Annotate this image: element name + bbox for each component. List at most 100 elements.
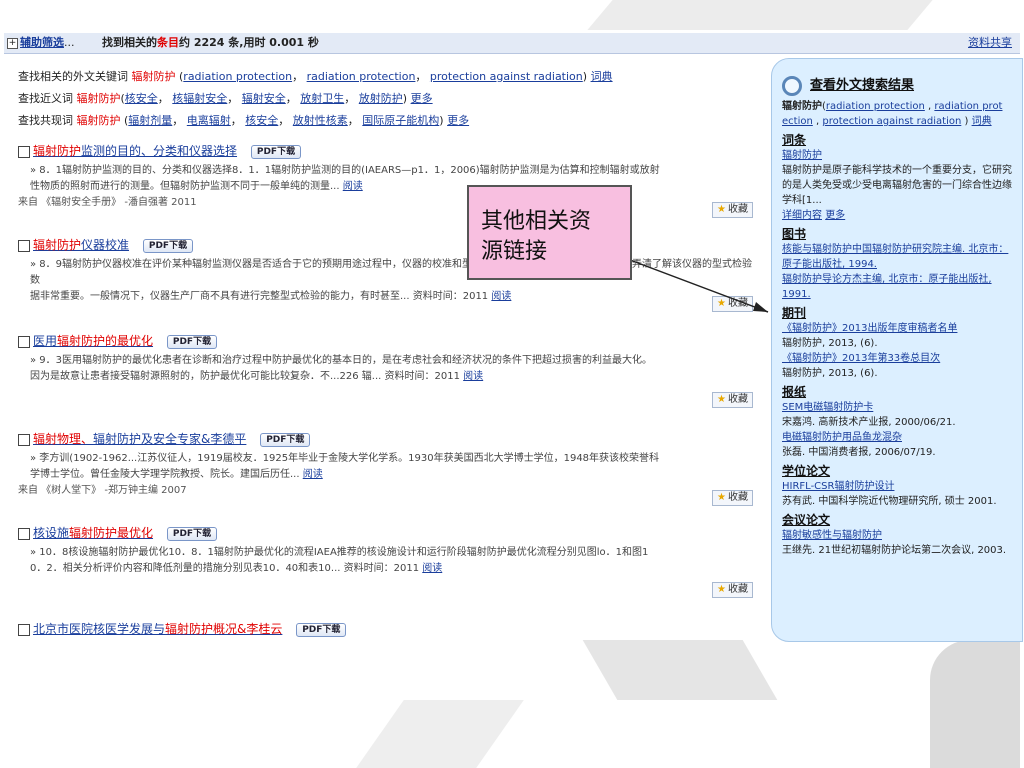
favorite-button[interactable]: ★ 收藏 [712, 392, 753, 408]
result-snippet: » 8．1辐射防护监测的目的、分类和仪器选择8．1．1辐射防护监测的目的(IAE… [30, 165, 660, 192]
synonym-link[interactable]: 放射防护 [359, 92, 403, 105]
foreign-results-sidebar: 查看外文搜索结果 辐射防护(radiation protection , rad… [771, 58, 1023, 642]
journal-source: 辐射防护, 2013, (6). [782, 338, 878, 349]
favorite-button[interactable]: ★ 收藏 [712, 490, 753, 506]
result-title-link[interactable]: 医用辐射防护的最优化 [33, 334, 153, 348]
result-title-row: 核设施辐射防护最优化 PDF下载 [18, 524, 753, 542]
read-link[interactable]: 阅读 [422, 563, 442, 574]
book-link[interactable]: 辐射防护导论方杰主编, 北京市：原子能出版社, 1991. [782, 272, 1018, 302]
keyword-link[interactable]: radiation protection [183, 70, 292, 83]
result-snippet: » 李方训(1902-1962...江苏仪征人，1919届校友．1925年毕业于… [30, 453, 660, 480]
result-checkbox[interactable] [18, 335, 30, 348]
conference-link[interactable]: 辐射敏感性与辐射防护 [782, 528, 1018, 543]
keyword-link[interactable]: radiation protection [307, 70, 416, 83]
result-snippet: » 10．8核设施辐射防护最优化10．8．1辐射防护最优化的流程IAEA推荐的核… [30, 547, 649, 574]
news-source: 宋嘉鸿. 高新技术产业报, 2000/06/21. [782, 417, 956, 428]
result-checkbox[interactable] [18, 433, 30, 446]
thesis-source: 苏有武. 中国科学院近代物理研究所, 硕士 2001. [782, 496, 997, 507]
pdf-download-button[interactable]: PDF下载 [166, 526, 218, 541]
pdf-download-button[interactable]: PDF下载 [250, 144, 302, 159]
sidebar-term-link[interactable]: ection [782, 116, 813, 127]
result-title-row: 北京市医院核医学发展与辐射防护概况&李桂云 PDF下载 [18, 620, 753, 638]
foreign-keyword-line: 查找相关的外文关键词 辐射防护 (radiation protection， r… [18, 70, 613, 83]
result-title-row: 辐射物理、辐射防护及安全专家&李德平 PDF下载 [18, 430, 753, 448]
result-checkbox[interactable] [18, 145, 30, 158]
journal-source: 辐射防护, 2013, (6). [782, 368, 878, 379]
section-news-title[interactable]: 报纸 [782, 385, 1018, 400]
expand-icon[interactable]: + [7, 37, 18, 49]
read-link[interactable]: 阅读 [491, 291, 511, 302]
sidebar-dict-link[interactable]: 词典 [972, 116, 992, 127]
entry-link[interactable]: 辐射防护 [782, 150, 822, 161]
sidebar-term-link[interactable]: protection against radiation [822, 116, 961, 127]
sidebar-header: 查看外文搜索结果 [782, 73, 1018, 99]
journal-link[interactable]: 《辐射防护》2013出版年度审稿者名单 [782, 321, 1018, 336]
result-item: 医用辐射防护的最优化 PDF下载 » 9．3医用辐射防护的最优化患者在诊断和治疗… [18, 332, 753, 408]
section-books-title[interactable]: 图书 [782, 227, 1018, 242]
pdf-download-button[interactable]: PDF下载 [166, 334, 218, 349]
result-item: 核设施辐射防护最优化 PDF下载 » 10．8核设施辐射防护最优化10．8．1辐… [18, 524, 753, 598]
sidebar-term-link[interactable]: radiation prot [934, 101, 1002, 112]
read-link[interactable]: 阅读 [303, 469, 323, 480]
synonym-link[interactable]: 放射卫生 [300, 92, 344, 105]
sidebar-header-link[interactable]: 查看外文搜索结果 [810, 78, 914, 93]
sidebar-term-link[interactable]: radiation protection [826, 101, 925, 112]
result-title-link[interactable]: 北京市医院核医学发展与辐射防护概况&李桂云 [33, 622, 282, 636]
result-checkbox[interactable] [18, 623, 30, 636]
pdf-download-button[interactable]: PDF下载 [260, 432, 311, 447]
more-link[interactable]: 更多 [825, 210, 845, 221]
section-entry-title[interactable]: 词条 [782, 133, 1018, 148]
journal-link[interactable]: 《辐射防护》2013年第33卷总目次 [782, 351, 1018, 366]
decor-shape-bottom [582, 640, 778, 700]
entry-text: 辐射防护是原子能科学技术的一个重要分支，它研究的是人类免受或少受电离辐射危害的一… [782, 165, 1012, 206]
result-checkbox[interactable] [18, 239, 30, 252]
book-link[interactable]: 核能与辐射防护中国辐射防护研究院主编. 北京市：原子能出版社, 1994. [782, 242, 1018, 272]
synonym-link[interactable]: 核辐射安全 [172, 92, 227, 105]
cooccur-link[interactable]: 国际原子能机构 [362, 114, 439, 127]
pdf-download-button[interactable]: PDF下载 [142, 238, 194, 253]
cooccur-link[interactable]: 核安全 [245, 114, 278, 127]
cooccur-link[interactable]: 电离辐射 [187, 114, 231, 127]
section-conference-title[interactable]: 会议论文 [782, 513, 1018, 528]
favorite-button[interactable]: ★ 收藏 [712, 582, 753, 598]
detail-link[interactable]: 详细内容 [782, 210, 822, 221]
star-icon: ★ [717, 492, 726, 503]
star-icon: ★ [717, 204, 726, 215]
result-title-link[interactable]: 核设施辐射防护最优化 [33, 526, 153, 540]
read-link[interactable]: 阅读 [343, 181, 363, 192]
result-item: 辐射物理、辐射防护及安全专家&李德平 PDF下载 » 李方训(1902-1962… [18, 430, 753, 506]
synonym-link[interactable]: 核安全 [125, 92, 158, 105]
favorite-button[interactable]: ★ 收藏 [712, 202, 753, 218]
result-source: 来自 《树人堂下》 -郑万钟主编 2007 [18, 485, 187, 496]
news-link[interactable]: SEM电磁辐射防护卡 [782, 400, 1018, 415]
result-snippet: » 9．3医用辐射防护的最优化患者在诊断和治疗过程中防护最优化的基本日的，是在考… [30, 355, 653, 382]
result-title-link[interactable]: 辐射防护监测的目的、分类和仪器选择 [33, 144, 237, 158]
result-title-link[interactable]: 辐射防护仪器校准 [33, 238, 129, 252]
result-source: 来自 《辐射安全手册》 -潘自强著 2011 [18, 197, 197, 208]
decor-shape-top [587, 0, 933, 30]
keyword-link[interactable]: protection against radiation [430, 70, 583, 83]
synonym-link[interactable]: 辐射安全 [242, 92, 286, 105]
cooccur-link[interactable]: 放射性核素 [293, 114, 348, 127]
pdf-download-button[interactable]: PDF下载 [296, 622, 347, 637]
thesis-link[interactable]: HIRFL-CSR辐射防护设计 [782, 479, 1018, 494]
decor-shape-bottom-left [356, 700, 524, 768]
news-link[interactable]: 电磁辐射防护用品鱼龙混杂 [782, 430, 1018, 445]
result-checkbox[interactable] [18, 527, 30, 540]
section-thesis-title[interactable]: 学位论文 [782, 464, 1018, 479]
read-link[interactable]: 阅读 [463, 371, 483, 382]
filter-link[interactable]: 辅助筛选 [20, 36, 64, 49]
cooccur-link[interactable]: 辐射剂量 [128, 114, 172, 127]
magnifier-icon [782, 75, 802, 96]
dict-link[interactable]: 词典 [591, 70, 613, 83]
results-toolbar: + 辅助筛选... 找到相关的条目约 2224 条,用时 0.001 秒 资料共享 [4, 33, 1020, 54]
more-link[interactable]: 更多 [411, 92, 433, 105]
cooccur-line: 查找共现词 辐射防护 (辐射剂量， 电离辐射， 核安全， 放射性核素， 国际原子… [18, 114, 470, 127]
section-journal-title[interactable]: 期刊 [782, 306, 1018, 321]
share-link[interactable]: 资料共享 [968, 33, 1012, 53]
more-link[interactable]: 更多 [447, 114, 469, 127]
result-title-link[interactable]: 辐射物理、辐射防护及安全专家&李德平 [33, 432, 246, 446]
filter-ellipsis: ... [64, 36, 75, 49]
star-icon: ★ [717, 394, 726, 405]
annotation-callout: 其他相关资 源链接 [467, 185, 632, 280]
